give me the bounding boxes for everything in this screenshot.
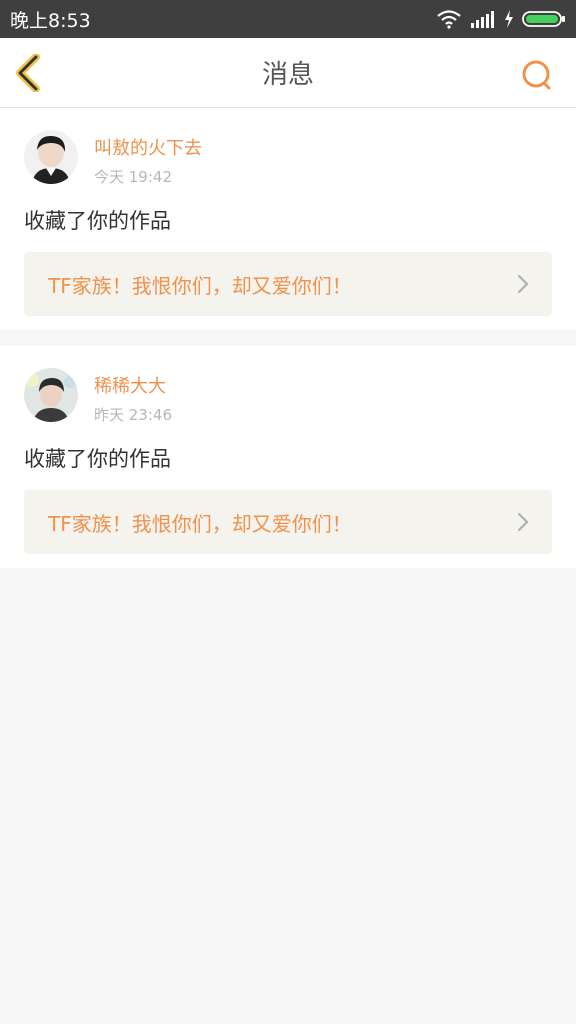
page-title: 消息 xyxy=(261,60,314,90)
avatar[interactable] xyxy=(24,368,78,422)
nav-header: 消息 xyxy=(0,38,576,108)
message-user-row: 稀稀大大 昨天 23:46 xyxy=(24,346,552,425)
signal-icon xyxy=(471,11,494,28)
work-card[interactable]: TF家族！我恨你们，却又爱你们！ xyxy=(24,490,552,554)
status-bar: 晚上8:53 xyxy=(0,0,576,38)
message-time: 今天 19:42 xyxy=(94,168,172,186)
username[interactable]: 叫敖的火下去 xyxy=(94,134,202,160)
user-info: 叫敖的火下去 今天 19:42 xyxy=(94,134,202,187)
action-text: 收藏了你的作品 xyxy=(24,447,171,471)
work-title: TF家族！我恨你们，却又爱你们！ xyxy=(48,273,352,298)
search-button[interactable] xyxy=(520,58,554,92)
avatar[interactable] xyxy=(24,130,78,184)
status-icons xyxy=(436,9,566,29)
username[interactable]: 稀稀大大 xyxy=(94,372,172,398)
action-text: 收藏了你的作品 xyxy=(24,209,171,233)
work-title: TF家族！我恨你们，却又爱你们！ xyxy=(48,511,352,536)
message-item: 稀稀大大 昨天 23:46 收藏了你的作品 TF家族！我恨你们，却又爱你们！ xyxy=(0,346,576,568)
work-card[interactable]: TF家族！我恨你们，却又爱你们！ xyxy=(24,252,552,316)
charging-icon xyxy=(505,10,513,28)
message-user-row: 叫敖的火下去 今天 19:42 xyxy=(24,108,552,187)
message-time: 昨天 23:46 xyxy=(94,406,172,424)
chevron-right-icon xyxy=(517,274,529,294)
message-item: 叫敖的火下去 今天 19:42 收藏了你的作品 TF家族！我恨你们，却又爱你们！ xyxy=(0,108,576,330)
status-time: 晚上8:53 xyxy=(10,9,91,32)
user-info: 稀稀大大 昨天 23:46 xyxy=(94,372,172,425)
wifi-icon xyxy=(437,10,461,29)
battery-icon xyxy=(522,11,565,27)
chevron-right-icon xyxy=(517,512,529,532)
back-button[interactable] xyxy=(14,54,46,92)
